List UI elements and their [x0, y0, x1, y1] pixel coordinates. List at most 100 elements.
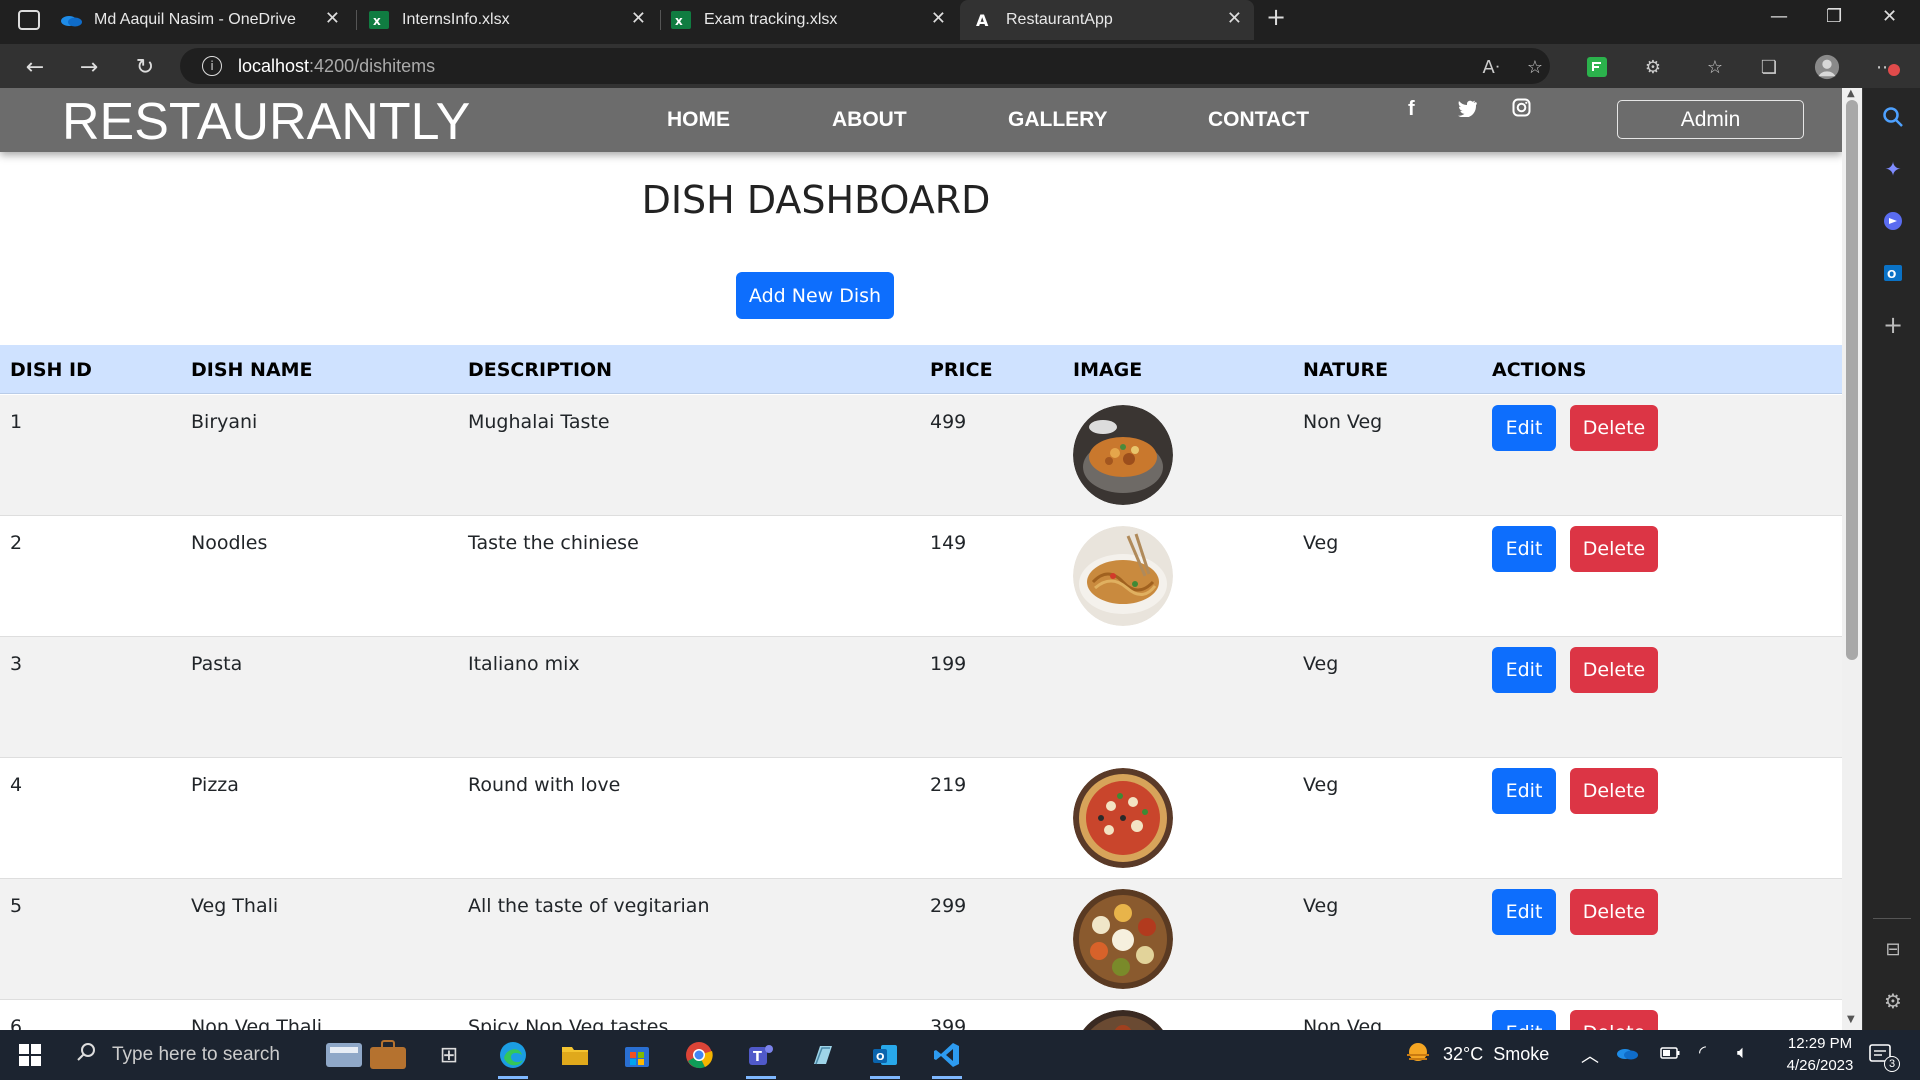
dish-name: Noodles	[191, 532, 268, 554]
table-row: 2 Noodles Taste the chiniese 149 Veg Edi…	[0, 516, 1842, 637]
dish-nature: Non Veg	[1303, 411, 1383, 433]
clock-time[interactable]: 12:29 PM	[1780, 1035, 1860, 1052]
search-icon	[76, 1042, 96, 1068]
scroll-up-arrow[interactable]: ▲	[1847, 88, 1855, 99]
taskbar-search[interactable]: Type here to search	[58, 1030, 308, 1080]
back-button[interactable]: ←	[18, 50, 52, 84]
settings-icon[interactable]: ⚙	[1880, 988, 1906, 1014]
edit-button[interactable]: Edit	[1492, 889, 1556, 935]
battery-icon[interactable]	[1660, 1046, 1680, 1065]
file-explorer-icon[interactable]	[556, 1036, 594, 1074]
tab-actions-icon[interactable]	[18, 10, 40, 30]
wifi-icon[interactable]: ◜	[1699, 1042, 1706, 1063]
tab-title: RestaurantApp	[1006, 11, 1113, 28]
weather-icon[interactable]	[1402, 1038, 1434, 1075]
admin-button[interactable]: Admin	[1617, 100, 1804, 139]
dish-description: Italiano mix	[468, 653, 580, 675]
nav-about[interactable]: ABOUT	[832, 108, 907, 132]
nav-gallery[interactable]: GALLERY	[1008, 108, 1108, 132]
dish-description: Taste the chiniese	[468, 532, 639, 554]
edit-button[interactable]: Edit	[1492, 405, 1556, 451]
close-icon[interactable]: ✕	[931, 8, 946, 29]
delete-button[interactable]: Delete	[1570, 647, 1658, 693]
new-tab-button[interactable]: +	[1266, 3, 1286, 31]
chrome-icon[interactable]	[680, 1036, 718, 1074]
extensions-icon[interactable]: ⚙	[1640, 54, 1666, 80]
column-header: ACTIONS	[1492, 359, 1587, 381]
close-icon[interactable]: ✕	[631, 8, 646, 29]
svg-text:O: O	[1887, 268, 1896, 281]
restore-button[interactable]: ❐	[1826, 6, 1842, 27]
close-icon[interactable]: ✕	[325, 8, 340, 29]
dish-name: Biryani	[191, 411, 258, 433]
notepad-icon[interactable]	[804, 1036, 842, 1074]
minimize-button[interactable]: —	[1770, 6, 1788, 27]
delete-button[interactable]: Delete	[1570, 1010, 1658, 1030]
volume-icon[interactable]: 🔈︎	[1737, 1042, 1748, 1063]
dish-price: 399	[930, 1016, 967, 1030]
twitter-icon[interactable]	[1457, 98, 1477, 122]
scroll-down-arrow[interactable]: ▼	[1847, 1014, 1855, 1025]
collections-icon[interactable]: ❏	[1756, 54, 1782, 80]
edit-button[interactable]: Edit	[1492, 1010, 1556, 1030]
page-viewport: RESTAURANTLY HOME ABOUT GALLERY CONTACT …	[0, 88, 1842, 1030]
store-icon[interactable]	[618, 1036, 656, 1074]
add-icon[interactable]: +	[1880, 311, 1906, 339]
edge-icon[interactable]	[494, 1036, 532, 1079]
vscode-icon[interactable]	[928, 1036, 966, 1079]
windows-start-icon[interactable]	[11, 1036, 49, 1074]
info-icon[interactable]: i	[202, 56, 222, 76]
facebook-icon[interactable]: f	[1408, 98, 1415, 121]
outlook-icon[interactable]: O	[1880, 260, 1906, 286]
column-header: DISH ID	[10, 359, 92, 381]
sidebar-toggle-icon[interactable]: ⊟	[1880, 936, 1906, 962]
extension-feedly-icon[interactable]	[1584, 54, 1610, 80]
scrollbar-thumb[interactable]	[1846, 100, 1858, 660]
clock-date[interactable]: 4/26/2023	[1780, 1057, 1860, 1074]
weather-text[interactable]: 32°C Smoke	[1443, 1044, 1549, 1065]
browser-tab-bar: Md Aaquil Nasim - OneDrive ✕ x InternsIn…	[0, 0, 1920, 44]
instagram-icon[interactable]	[1512, 98, 1531, 122]
outlook-icon[interactable]: O	[866, 1036, 904, 1079]
brand-logo[interactable]: RESTAURANTLY	[62, 92, 470, 152]
favorite-add-icon[interactable]: ☆	[1522, 54, 1548, 80]
shopping-icon[interactable]	[1880, 208, 1906, 234]
dish-price: 499	[930, 411, 967, 433]
address-bar[interactable]: i localhost:4200/dishitems	[180, 48, 1550, 84]
tab-internsinfo[interactable]: x InternsInfo.xlsx ✕	[368, 0, 658, 40]
close-window-button[interactable]: ✕	[1882, 6, 1897, 27]
table-row: 5 Veg Thali All the taste of vegitarian …	[0, 879, 1842, 1000]
tab-restaurantapp[interactable]: A RestaurantApp ✕	[960, 0, 1254, 40]
edit-button[interactable]: Edit	[1492, 647, 1556, 693]
edit-button[interactable]: Edit	[1492, 768, 1556, 814]
edit-button[interactable]: Edit	[1492, 526, 1556, 572]
news-widget-icon[interactable]	[322, 1036, 414, 1074]
dish-image-noodles	[1073, 526, 1173, 626]
delete-button[interactable]: Delete	[1570, 526, 1658, 572]
edge-sidebar: ✦ O + ⊟ ⚙	[1862, 88, 1920, 1030]
copilot-icon[interactable]: ✦	[1880, 156, 1906, 182]
refresh-button[interactable]: ↻	[128, 50, 162, 84]
tab-onedrive[interactable]: Md Aaquil Nasim - OneDrive ✕	[60, 0, 352, 40]
tab-exam-tracking[interactable]: x Exam tracking.xlsx ✕	[670, 0, 958, 40]
page-scrollbar[interactable]: ▲ ▼	[1842, 88, 1862, 1030]
teams-icon[interactable]: T	[742, 1036, 780, 1079]
nav-home[interactable]: HOME	[667, 108, 730, 132]
favorites-icon[interactable]: ☆	[1702, 54, 1728, 80]
delete-button[interactable]: Delete	[1570, 405, 1658, 451]
forward-button[interactable]: →	[72, 50, 106, 84]
read-aloud-icon[interactable]: Aᐧ	[1478, 54, 1504, 80]
avatar[interactable]	[1814, 54, 1840, 80]
onedrive-icon[interactable]	[1616, 1046, 1638, 1065]
dish-id: 3	[10, 653, 23, 675]
search-icon[interactable]	[1880, 104, 1906, 130]
dish-nature: Non Veg	[1303, 1016, 1383, 1030]
add-new-dish-button[interactable]: Add New Dish	[736, 272, 894, 319]
task-view-icon[interactable]: ⊞	[430, 1036, 468, 1074]
delete-button[interactable]: Delete	[1570, 768, 1658, 814]
chevron-up-icon[interactable]: ︿	[1581, 1042, 1599, 1068]
nav-contact[interactable]: CONTACT	[1208, 108, 1309, 132]
column-header: NATURE	[1303, 359, 1389, 381]
close-icon[interactable]: ✕	[1227, 8, 1242, 29]
delete-button[interactable]: Delete	[1570, 889, 1658, 935]
